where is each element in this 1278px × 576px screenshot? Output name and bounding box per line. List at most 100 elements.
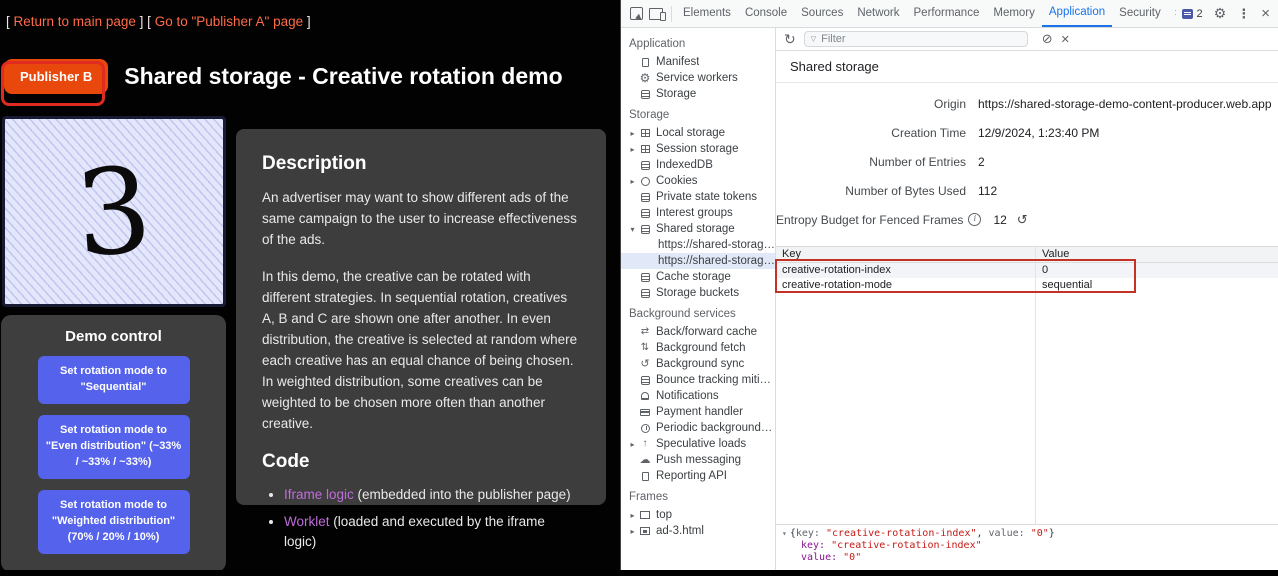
sidebar-item-label: Bounce tracking mitiga…: [656, 374, 775, 386]
tab-elements[interactable]: Elements: [676, 0, 738, 27]
demo-control-title: Demo control: [1, 328, 226, 345]
code-list-item: Iframe logic (embedded into the publishe…: [284, 485, 580, 505]
tab-sources[interactable]: Sources: [794, 0, 850, 27]
sidebar-item-session-storage[interactable]: ▸Session storage: [621, 141, 775, 157]
cell-key: creative-rotation-mode: [776, 278, 1035, 293]
bracket: [: [6, 14, 10, 29]
preview-object-summary[interactable]: ▾{key: "creative-rotation-index", value:…: [782, 528, 1272, 540]
sidebar-item-indexeddb[interactable]: IndexedDB: [621, 157, 775, 173]
worklet-link[interactable]: Worklet: [284, 514, 330, 529]
sidebar-item-storage[interactable]: Storage: [621, 86, 775, 102]
tree-collapse-arrow-icon[interactable]: ▾: [627, 225, 638, 234]
clear-all-icon[interactable]: ⊘: [1042, 31, 1053, 47]
publisher-a-page-link[interactable]: Go to "Publisher A" page: [155, 14, 303, 29]
db-icon: [638, 270, 652, 284]
tab-performance[interactable]: Performance: [907, 0, 987, 27]
db-icon: [638, 222, 652, 236]
tree-expand-arrow-icon[interactable]: ▸: [627, 440, 638, 449]
device-toolbar-icon[interactable]: [649, 8, 663, 20]
preview-expand-arrow-icon[interactable]: ▾: [782, 529, 787, 538]
bell-icon: [638, 389, 652, 403]
metadata-row: Originhttps://shared-storage-demo-conten…: [776, 89, 1278, 118]
sidebar-item-service-workers[interactable]: Service workers: [621, 70, 775, 86]
tab-memory[interactable]: Memory: [986, 0, 1042, 27]
issues-badge[interactable]: 2: [1182, 8, 1203, 20]
sidebar-item-manifest[interactable]: Manifest: [621, 54, 775, 70]
table-row-creative-rotation-mode[interactable]: creative-rotation-modesequential: [776, 278, 1278, 293]
sidebar-item-label: Local storage: [656, 127, 725, 139]
tab-application[interactable]: Application: [1042, 0, 1112, 27]
sidebar-item-label: Interest groups: [656, 207, 733, 219]
reset-budget-icon[interactable]: ↺: [1017, 212, 1028, 228]
sidebar-item-payment-handler[interactable]: Payment handler: [621, 404, 775, 420]
metadata-row: Number of Entries2: [776, 147, 1278, 176]
rotation-mode-button[interactable]: Set rotation mode to "Even distribution"…: [38, 415, 190, 479]
sidebar-section-title: Background services: [621, 301, 775, 324]
rotation-mode-button[interactable]: Set rotation mode to "Sequential": [38, 356, 190, 404]
filter-input[interactable]: ▽ Filter: [804, 31, 1028, 47]
sidebar-item-storage-buckets[interactable]: Storage buckets: [621, 285, 775, 301]
sidebar-item-local-storage[interactable]: ▸ Local storage: [621, 125, 775, 141]
tree-expand-arrow-icon[interactable]: ▸: [627, 511, 638, 520]
sidebar-item-speculative-loads[interactable]: ▸Speculative loads: [621, 436, 775, 452]
sidebar-item-top[interactable]: ▸top: [621, 507, 775, 523]
sidebar-item-interest-groups[interactable]: Interest groups: [621, 205, 775, 221]
grid-icon: [638, 142, 652, 156]
sidebar-item-bounce-tracking-mitiga[interactable]: Bounce tracking mitiga…: [621, 372, 775, 388]
settings-gear-icon[interactable]: ⚙: [1214, 5, 1227, 22]
card-icon: [638, 405, 652, 419]
sidebar-item-notifications[interactable]: Notifications: [621, 388, 775, 404]
rotation-mode-button[interactable]: Set rotation mode to "Weighted distribut…: [38, 490, 190, 554]
sidebar-item-label: Service workers: [656, 72, 738, 84]
info-icon[interactable]: i: [968, 213, 981, 226]
return-main-page-link[interactable]: Return to main page: [14, 14, 136, 29]
sidebar-item-label: IndexedDB: [656, 159, 713, 171]
issues-count: 2: [1197, 8, 1203, 20]
tab-security[interactable]: Security: [1112, 0, 1168, 27]
sidebar-item-back-forward-cache[interactable]: Back/forward cache: [621, 324, 775, 340]
db-icon: [638, 286, 652, 300]
db-icon: [638, 373, 652, 387]
preview-prop-value: "0": [1031, 528, 1049, 539]
close-devtools-icon[interactable]: ×: [1261, 5, 1270, 22]
sidebar-item-push-messaging[interactable]: Push messaging: [621, 452, 775, 468]
column-header-value[interactable]: Value: [1035, 247, 1069, 262]
tab-network[interactable]: Network: [850, 0, 906, 27]
key-value-table: Key Value creative-rotation-index0creati…: [776, 246, 1278, 524]
sidebar-item-cache-storage[interactable]: Cache storage: [621, 269, 775, 285]
preview-property: key: "creative-rotation-index": [782, 540, 1272, 552]
iframe-logic-link[interactable]: Iframe logic: [284, 487, 354, 502]
tree-expand-arrow-icon[interactable]: ▸: [627, 145, 638, 154]
page-title: Shared storage - Creative rotation demo: [124, 63, 562, 90]
more-tabs-chevron[interactable]: »: [1168, 0, 1176, 27]
sidebar-item-label: Periodic background s…: [656, 422, 775, 434]
tree-expand-arrow-icon[interactable]: ▸: [627, 129, 638, 138]
sidebar-item-background-fetch[interactable]: Background fetch: [621, 340, 775, 356]
tree-expand-arrow-icon[interactable]: ▸: [627, 527, 638, 536]
inspect-element-icon[interactable]: [630, 7, 643, 20]
sidebar-item-background-sync[interactable]: Background sync: [621, 356, 775, 372]
table-row-creative-rotation-index[interactable]: creative-rotation-index0: [776, 263, 1278, 278]
sidebar-item-https-shared-storage-d[interactable]: https://shared-storage-d…: [621, 253, 775, 269]
more-options-icon[interactable]: ⋮: [1237, 6, 1250, 22]
sidebar-item-reporting-api[interactable]: Reporting API: [621, 468, 775, 484]
sidebar-item-label: Cache storage: [656, 271, 731, 283]
tree-expand-arrow-icon[interactable]: ▸: [627, 177, 638, 186]
refresh-icon[interactable]: ↻: [784, 31, 796, 48]
cloud-icon: [638, 453, 652, 467]
sidebar-item-periodic-background-s[interactable]: Periodic background s…: [621, 420, 775, 436]
sidebar-item-ad-3-html[interactable]: ▸ad-3.html: [621, 523, 775, 539]
publisher-b-button[interactable]: Publisher B: [4, 59, 108, 94]
sidebar-item-cookies[interactable]: ▸Cookies: [621, 173, 775, 189]
demo-control-panel: Demo control Set rotation mode to "Seque…: [1, 315, 226, 572]
delete-selected-icon[interactable]: ✕: [1061, 33, 1070, 46]
sidebar-item-private-state-tokens[interactable]: Private state tokens: [621, 189, 775, 205]
sidebar-item-shared-storage[interactable]: ▾Shared storage: [621, 221, 775, 237]
tab-console[interactable]: Console: [738, 0, 794, 27]
metadata-label: Creation Time: [776, 126, 966, 140]
column-header-key[interactable]: Key: [776, 247, 1035, 262]
sidebar-item-https-shared-storage-d[interactable]: https://shared-storage-d…: [621, 237, 775, 253]
sidebar-item-label: https://shared-storage-d…: [658, 255, 775, 267]
application-sidebar: ApplicationManifestService workersStorag…: [621, 28, 776, 570]
preview-prop-name: key:: [796, 528, 826, 539]
